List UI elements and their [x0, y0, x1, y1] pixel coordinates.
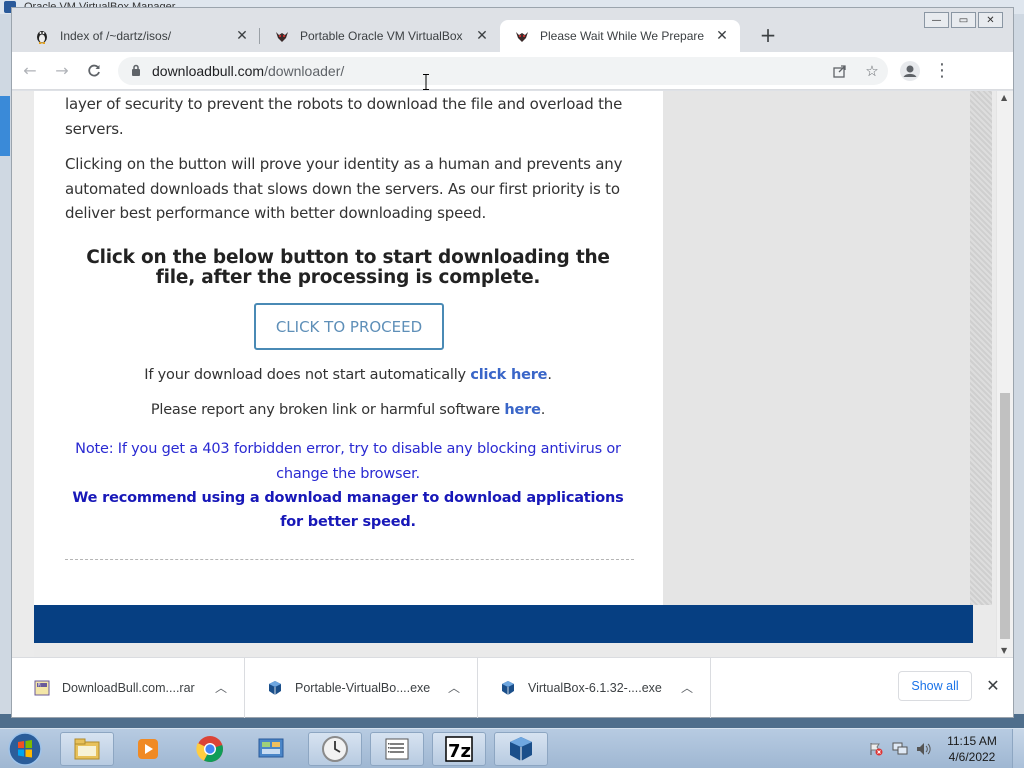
virtualbox-icon	[500, 680, 516, 696]
svg-text:7z: 7z	[448, 741, 471, 762]
url-text[interactable]: downloadbull.com/downloader/	[152, 63, 824, 79]
virtualbox-icon	[267, 680, 283, 696]
download-bull-icon	[274, 28, 290, 44]
bookmark-star-icon[interactable]: ☆	[856, 57, 888, 85]
control-panel-icon[interactable]	[244, 732, 298, 766]
show-desktop-button[interactable]	[1012, 729, 1024, 768]
tab-close-icon[interactable]: ✕	[474, 28, 490, 44]
download-filename: DownloadBull.com....rar	[62, 680, 195, 695]
maximize-button[interactable]: ▭	[951, 12, 976, 28]
windows-start-icon[interactable]	[6, 731, 44, 767]
dashed-divider	[65, 559, 634, 560]
reload-icon[interactable]	[80, 57, 108, 85]
share-icon[interactable]	[824, 57, 856, 85]
click-here-link[interactable]: click here	[470, 367, 547, 383]
clock[interactable]: 11:15 AM 4/6/2022	[936, 733, 1008, 765]
taskbar: 7z 11:15 AM 4/6/2022	[0, 728, 1024, 768]
url-domain: downloadbull.com	[152, 62, 265, 79]
report-text: Please report any broken link or harmful…	[150, 402, 505, 418]
svg-text:R: R	[38, 682, 41, 687]
page-viewport: layer of security to prevent the robots …	[12, 91, 1013, 657]
clock-time: 11:15 AM	[947, 734, 997, 748]
clock-app-icon[interactable]	[308, 732, 362, 766]
media-player-icon[interactable]	[121, 732, 175, 766]
menu-kebab-icon[interactable]: ⋮	[928, 57, 956, 85]
rar-archive-icon: R	[34, 680, 50, 696]
tab-close-icon[interactable]: ✕	[714, 28, 730, 44]
click-to-proceed-button[interactable]: CLICK TO PROCEED	[254, 303, 444, 350]
profile-avatar-icon[interactable]	[896, 57, 924, 85]
main-content: layer of security to prevent the robots …	[34, 91, 663, 605]
download-filename: Portable-VirtualBo....exe	[295, 680, 431, 695]
scroll-up-arrow-icon[interactable]: ▲	[1001, 93, 1007, 102]
auto-download-text: If your download does not start automati…	[144, 367, 471, 383]
lock-icon[interactable]	[130, 64, 142, 78]
downloads-shelf: R DownloadBull.com....rar ︿ Portable-Vir…	[12, 657, 1013, 718]
window-controls: — ▭ ✕	[924, 12, 1003, 28]
clock-date: 4/6/2022	[948, 750, 996, 764]
volume-icon[interactable]	[916, 741, 932, 757]
tab-please-wait[interactable]: Please Wait While We Prepare Yo ✕	[500, 20, 740, 52]
toolbar: ← → downloadbull.com/downloader/ ☆ ⋮	[12, 52, 1013, 90]
minimize-button[interactable]: —	[924, 12, 949, 28]
forbidden-note: Note: If you get a 403 forbidden error, …	[75, 441, 621, 482]
download-manager-recommendation: We recommend using a download manager to…	[72, 490, 624, 530]
download-filename: VirtualBox-6.1.32-....exe	[528, 680, 662, 695]
close-window-button[interactable]: ✕	[978, 12, 1003, 28]
report-here-link[interactable]: here	[504, 402, 541, 418]
chevron-up-icon[interactable]: ︿	[212, 679, 230, 696]
chrome-icon[interactable]	[183, 732, 237, 766]
identity-paragraph: Clicking on the button will prove your i…	[65, 155, 623, 222]
tab-strip: Index of /~dartz/isos/ ✕ Portable Oracle…	[20, 20, 782, 52]
tab-close-icon[interactable]: ✕	[234, 28, 250, 44]
tab-title: Index of /~dartz/isos/	[60, 29, 172, 43]
url-path: /downloader/	[264, 62, 345, 79]
browser-window: — ▭ ✕ Index of /~dartz/isos/ ✕ Portable …	[11, 7, 1014, 718]
background-selection	[0, 96, 10, 156]
new-tab-button[interactable]: +	[754, 22, 782, 50]
page-footer-band	[34, 605, 973, 643]
report-line: Please report any broken link or harmful…	[150, 402, 546, 418]
chevron-up-icon[interactable]: ︿	[678, 679, 696, 696]
page-right-gutter	[970, 91, 992, 605]
download-bull-icon	[514, 28, 530, 44]
address-bar[interactable]: downloadbull.com/downloader/ ☆	[118, 56, 888, 85]
download-item[interactable]: Portable-VirtualBo....exe ︿	[245, 657, 478, 718]
tab-index-isos[interactable]: Index of /~dartz/isos/ ✕	[20, 20, 260, 52]
download-heading: Click on the below button to start downl…	[86, 247, 610, 288]
virtualbox-taskbar-icon[interactable]	[494, 732, 548, 766]
tab-title: Please Wait While We Prepare Yo	[540, 29, 706, 43]
show-all-downloads-button[interactable]: Show all	[898, 671, 972, 701]
scroll-down-arrow-icon[interactable]: ▼	[1001, 646, 1007, 655]
7zip-icon[interactable]: 7z	[432, 732, 486, 766]
chevron-up-icon[interactable]: ︿	[445, 679, 463, 696]
text-cursor-icon	[423, 74, 429, 90]
linux-tux-icon	[34, 28, 50, 44]
tab-portable-virtualbox[interactable]: Portable Oracle VM VirtualBox 6.1 ✕	[260, 20, 500, 52]
forward-arrow-icon[interactable]: →	[48, 57, 76, 85]
page-left-gutter	[12, 91, 34, 657]
file-explorer-icon[interactable]	[60, 732, 114, 766]
download-item[interactable]: R DownloadBull.com....rar ︿	[12, 657, 245, 718]
back-arrow-icon[interactable]: ←	[16, 57, 44, 85]
close-shelf-icon[interactable]: ✕	[982, 675, 1004, 697]
tab-title: Portable Oracle VM VirtualBox 6.1	[300, 29, 466, 43]
download-item[interactable]: VirtualBox-6.1.32-....exe ︿	[478, 657, 711, 718]
action-center-flag-icon[interactable]	[868, 741, 884, 757]
page-scrollbar[interactable]: ▲ ▼	[996, 91, 1013, 657]
network-icon[interactable]	[892, 741, 908, 757]
scrollbar-thumb[interactable]	[1000, 393, 1010, 639]
security-paragraph: layer of security to prevent the robots …	[65, 95, 623, 138]
page-sidebar	[663, 91, 973, 605]
notes-app-icon[interactable]	[370, 732, 424, 766]
auto-download-line: If your download does not start automati…	[144, 367, 552, 383]
